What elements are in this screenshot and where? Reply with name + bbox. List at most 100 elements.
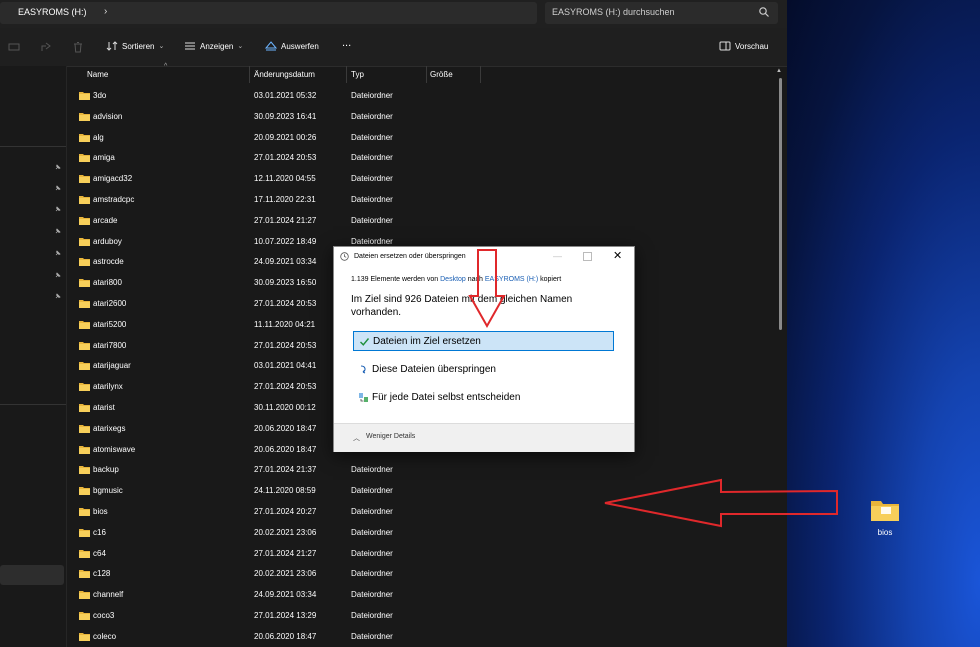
chevron-down-icon: ⌄ xyxy=(158,43,165,50)
pin-icon[interactable] xyxy=(55,185,61,191)
address-path[interactable]: EASYROMS (H:) xyxy=(18,7,87,17)
file-type: Dateiordner xyxy=(351,91,393,100)
preview-button[interactable]: Vorschau xyxy=(719,40,768,52)
column-divider[interactable] xyxy=(249,66,250,83)
maximize-button[interactable] xyxy=(583,252,592,261)
file-row[interactable]: 3do 03.01.2021 05:32 Dateiordner xyxy=(67,86,767,106)
pin-icon[interactable] xyxy=(55,293,61,299)
column-date[interactable]: Änderungsdatum xyxy=(254,70,315,79)
search-icon[interactable] xyxy=(758,6,770,18)
vertical-scrollbar[interactable] xyxy=(779,78,782,330)
file-name: amiga xyxy=(93,153,115,163)
file-name: channelf xyxy=(93,590,124,600)
view-button[interactable]: Anzeigen ⌄ xyxy=(184,40,243,52)
file-row[interactable]: channelf 24.09.2021 03:34 Dateiordner xyxy=(67,585,767,605)
file-row[interactable]: bios 27.01.2024 20:27 Dateiordner xyxy=(67,502,767,522)
copy-summary-text: kopiert xyxy=(538,276,562,283)
column-divider[interactable] xyxy=(426,66,427,83)
folder-icon xyxy=(79,175,90,184)
column-divider[interactable] xyxy=(480,66,481,83)
file-row[interactable]: c128 20.02.2021 23:06 Dateiordner xyxy=(67,564,767,584)
destination-link[interactable]: EASYROMS (H:) xyxy=(485,276,538,283)
share-icon[interactable] xyxy=(40,41,52,53)
copy-summary-text: nach xyxy=(465,276,485,283)
file-row[interactable]: alg 20.09.2021 00:26 Dateiordner xyxy=(67,128,767,148)
view-icon xyxy=(185,42,195,50)
file-row[interactable]: arcade 27.01.2024 21:27 Dateiordner xyxy=(67,211,767,231)
chevron-right-icon[interactable]: › xyxy=(104,6,107,17)
folder-icon xyxy=(79,133,90,142)
file-row[interactable]: coco3 27.01.2024 13:29 Dateiordner xyxy=(67,606,767,626)
column-size[interactable]: Größe xyxy=(430,70,453,79)
folder-icon xyxy=(79,258,90,267)
column-name[interactable]: Name xyxy=(87,70,108,79)
column-divider[interactable] xyxy=(346,66,347,83)
pin-icon[interactable] xyxy=(55,164,61,170)
less-details-toggle[interactable]: ︿ Weniger Details xyxy=(334,423,634,452)
file-row[interactable]: advision 30.09.2023 16:41 Dateiordner xyxy=(67,107,767,127)
file-type: Dateiordner xyxy=(351,590,393,600)
column-type[interactable]: Typ xyxy=(351,70,364,79)
file-row[interactable]: coleco 20.06.2020 18:47 Dateiordner xyxy=(67,627,767,647)
file-type: Dateiordner xyxy=(351,195,393,204)
file-name: c16 xyxy=(93,527,106,537)
sort-label: Sortieren xyxy=(122,41,155,51)
folder-icon xyxy=(79,341,90,350)
command-bar: Sortieren ⌄ Anzeigen ⌄ Auswerfen ... Vor… xyxy=(0,28,787,67)
dialog-title: Dateien ersetzen oder überspringen xyxy=(354,253,466,260)
replace-or-skip-dialog: Dateien ersetzen oder überspringen — ✕ 1… xyxy=(333,246,635,452)
eject-label: Auswerfen xyxy=(281,41,319,51)
address-bar[interactable]: EASYROMS (H:) › xyxy=(0,2,537,24)
file-row[interactable]: amstradcpc 17.11.2020 22:31 Dateiordner xyxy=(67,190,767,210)
nav-divider xyxy=(0,146,66,147)
folder-icon xyxy=(79,549,90,558)
scroll-up-icon[interactable]: ▲ xyxy=(776,68,782,74)
folder-icon xyxy=(79,528,90,537)
search-box[interactable]: EASYROMS (H:) durchsuchen xyxy=(545,2,778,24)
file-name: astrocde xyxy=(93,257,124,267)
file-row[interactable]: c64 27.01.2024 21:27 Dateiordner xyxy=(67,544,767,564)
pin-icon[interactable] xyxy=(55,228,61,234)
preview-pane-icon xyxy=(719,41,731,51)
replace-files-label: Dateien im Ziel ersetzen xyxy=(373,336,481,347)
pin-icon[interactable] xyxy=(55,206,61,212)
file-type: Dateiordner xyxy=(351,611,393,620)
replace-files-option[interactable]: Dateien im Ziel ersetzen xyxy=(353,331,614,351)
sort-button[interactable]: Sortieren ⌄ xyxy=(106,40,164,52)
file-date: 30.11.2020 00:12 xyxy=(254,403,316,412)
file-row[interactable]: backup 27.01.2024 21:37 Dateiordner xyxy=(67,460,767,480)
file-name: atari5200 xyxy=(93,319,127,329)
nav-item-selected[interactable] xyxy=(0,565,64,585)
rename-icon[interactable] xyxy=(8,41,20,53)
file-row[interactable]: amiga 27.01.2024 20:53 Dateiordner xyxy=(67,148,767,168)
folder-icon xyxy=(79,508,90,516)
decide-each-file-option[interactable]: Für jede Datei selbst entscheiden xyxy=(353,388,614,408)
search-placeholder[interactable]: EASYROMS (H:) durchsuchen xyxy=(552,7,675,17)
skip-files-label: Diese Dateien überspringen xyxy=(372,364,496,375)
file-name: atari800 xyxy=(93,278,122,288)
file-row[interactable]: bgmusic 24.11.2020 08:59 Dateiordner xyxy=(67,481,767,501)
close-button[interactable]: ✕ xyxy=(613,249,622,262)
folder-icon xyxy=(79,196,90,204)
file-name: bgmusic xyxy=(93,486,123,496)
folder-icon[interactable] xyxy=(870,498,900,522)
minimize-button[interactable]: — xyxy=(553,251,562,261)
sort-up-icon: ^ xyxy=(164,63,168,70)
file-date: 10.07.2022 18:49 xyxy=(254,236,317,246)
file-name: arcade xyxy=(93,215,118,225)
file-name: atarist xyxy=(93,403,115,412)
desktop-folder-label[interactable]: bios xyxy=(869,528,901,537)
file-row[interactable]: c16 20.02.2021 23:06 Dateiordner xyxy=(67,523,767,543)
file-name: atari2600 xyxy=(93,299,127,308)
file-row[interactable]: amigacd32 12.11.2020 04:55 Dateiordner xyxy=(67,169,767,189)
pin-icon[interactable] xyxy=(55,272,61,278)
skip-files-option[interactable]: Diese Dateien überspringen xyxy=(353,360,614,380)
file-name: coco3 xyxy=(93,611,115,620)
eject-button[interactable]: Auswerfen xyxy=(265,40,319,52)
delete-icon[interactable] xyxy=(72,41,84,53)
file-date: 27.01.2024 20:53 xyxy=(254,340,317,350)
source-link[interactable]: Desktop xyxy=(440,276,466,283)
pin-icon[interactable] xyxy=(55,250,61,256)
more-options-button[interactable]: ... xyxy=(342,37,351,49)
file-name: advision xyxy=(93,111,123,121)
